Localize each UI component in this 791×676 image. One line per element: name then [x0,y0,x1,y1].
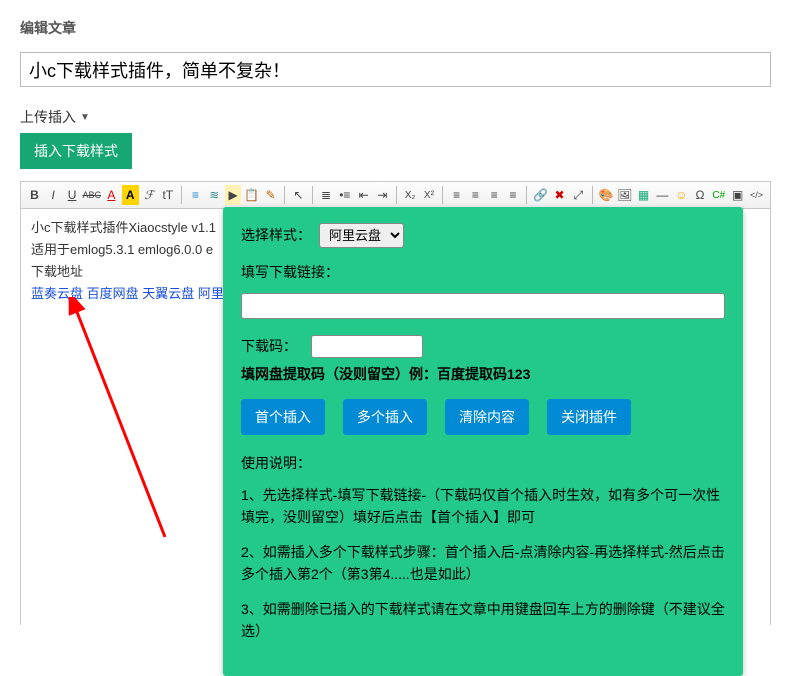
instructions-title: 使用说明： [241,453,725,474]
page-title: 编辑文章 [20,18,771,38]
csharp-icon[interactable]: C# [710,185,727,205]
first-insert-button[interactable]: 首个插入 [241,399,325,435]
link-icon[interactable]: 🔗 [532,185,549,205]
clear-content-button[interactable]: 清除内容 [445,399,529,435]
unlink-icon[interactable]: ✖ [551,185,568,205]
paint-icon[interactable]: 🎨 [598,185,615,205]
bold-icon[interactable]: B [26,185,43,205]
separator [284,186,285,204]
download-style-plugin-panel: 选择样式： 阿里云盘蓝奏云盘百度网盘天翼云盘 填写下载链接： 下载码： 填网盘提… [223,207,743,676]
instruction-item: 3、如需删除已插入的下载样式请在文章中用键盘回车上方的删除键（不建议全选） [241,598,725,643]
face-icon[interactable]: ☺ [673,185,690,205]
code-hint: 填网盘提取码（没则留空）例：百度提取码123 [241,364,530,385]
italic-icon[interactable]: I [45,185,62,205]
paste-icon[interactable]: 📋 [243,185,260,205]
brush-icon[interactable]: ✎ [262,185,279,205]
separator [592,186,593,204]
link-input-label: 填写下载链接： [241,262,725,283]
annotation-arrow-icon [45,297,205,577]
separator [442,186,443,204]
upload-insert-label: 上传插入 [20,107,76,127]
instruction-item: 2、如需插入多个下载样式步骤：首个插入后-点清除内容-再选择样式-然后点击多个插… [241,541,725,586]
code-input-label: 下载码： [241,336,297,357]
source-icon[interactable]: </> [748,185,765,205]
code-icon[interactable]: ≡ [187,185,204,205]
editor-toolbar: B I U ABC A A ℱ tT ≡ ≋ ▶ 📋 ✎ ↖ ≣ •≡ ⇤ ⇥ … [21,182,770,209]
unordered-list-icon[interactable]: •≡ [336,185,353,205]
pointer-icon[interactable]: ↖ [290,185,307,205]
indent-icon[interactable]: ⇥ [374,185,391,205]
align-center-icon[interactable]: ≡ [467,185,484,205]
media-icon[interactable]: ▶ [225,185,242,205]
strike-icon[interactable]: ABC [82,185,101,205]
editor-content[interactable]: 小c下载样式插件Xiaocstyle v1.1 适用于emlog5.3.1 em… [21,209,770,625]
image-icon[interactable]: 🖼 [616,185,633,205]
separator [526,186,527,204]
close-plugin-button[interactable]: 关闭插件 [547,399,631,435]
upload-insert-row[interactable]: 上传插入 ▼ [20,107,771,127]
article-title-input[interactable] [20,52,771,87]
align-left-icon[interactable]: ≡ [448,185,465,205]
separator [396,186,397,204]
separator [312,186,313,204]
subscript-icon[interactable]: X₂ [402,185,419,205]
fontcolor-icon[interactable]: A [103,185,120,205]
multi-insert-button[interactable]: 多个插入 [343,399,427,435]
flash-icon[interactable]: ≋ [206,185,223,205]
special-char-icon[interactable]: Ω [692,185,709,205]
separator [181,186,182,204]
style-select[interactable]: 阿里云盘蓝奏云盘百度网盘天翼云盘 [319,223,404,248]
table-icon[interactable]: ▦ [635,185,652,205]
outdent-icon[interactable]: ⇤ [355,185,372,205]
frame-icon[interactable]: ▣ [729,185,746,205]
underline-icon[interactable]: U [64,185,81,205]
superscript-icon[interactable]: X² [421,185,438,205]
style-select-label: 选择样式： [241,225,311,246]
fullscreen-icon[interactable]: ⤢ [570,185,587,205]
align-right-icon[interactable]: ≡ [486,185,503,205]
chevron-down-icon: ▼ [80,112,90,123]
download-link-input[interactable] [241,293,725,319]
fontsize-icon[interactable]: tT [159,185,176,205]
hr-icon[interactable]: — [654,185,671,205]
insert-download-style-button[interactable]: 插入下载样式 [20,133,132,169]
fontfamily-icon[interactable]: ℱ [141,185,158,205]
align-justify-icon[interactable]: ≡ [505,185,522,205]
editor: B I U ABC A A ℱ tT ≡ ≋ ▶ 📋 ✎ ↖ ≣ •≡ ⇤ ⇥ … [20,181,771,625]
bgcolor-icon[interactable]: A [122,185,139,205]
download-code-input[interactable] [311,335,423,358]
instruction-item: 1、先选择样式-填写下载链接-（下载码仅首个插入时生效，如有多个可一次性填完，没… [241,484,725,529]
ordered-list-icon[interactable]: ≣ [318,185,335,205]
